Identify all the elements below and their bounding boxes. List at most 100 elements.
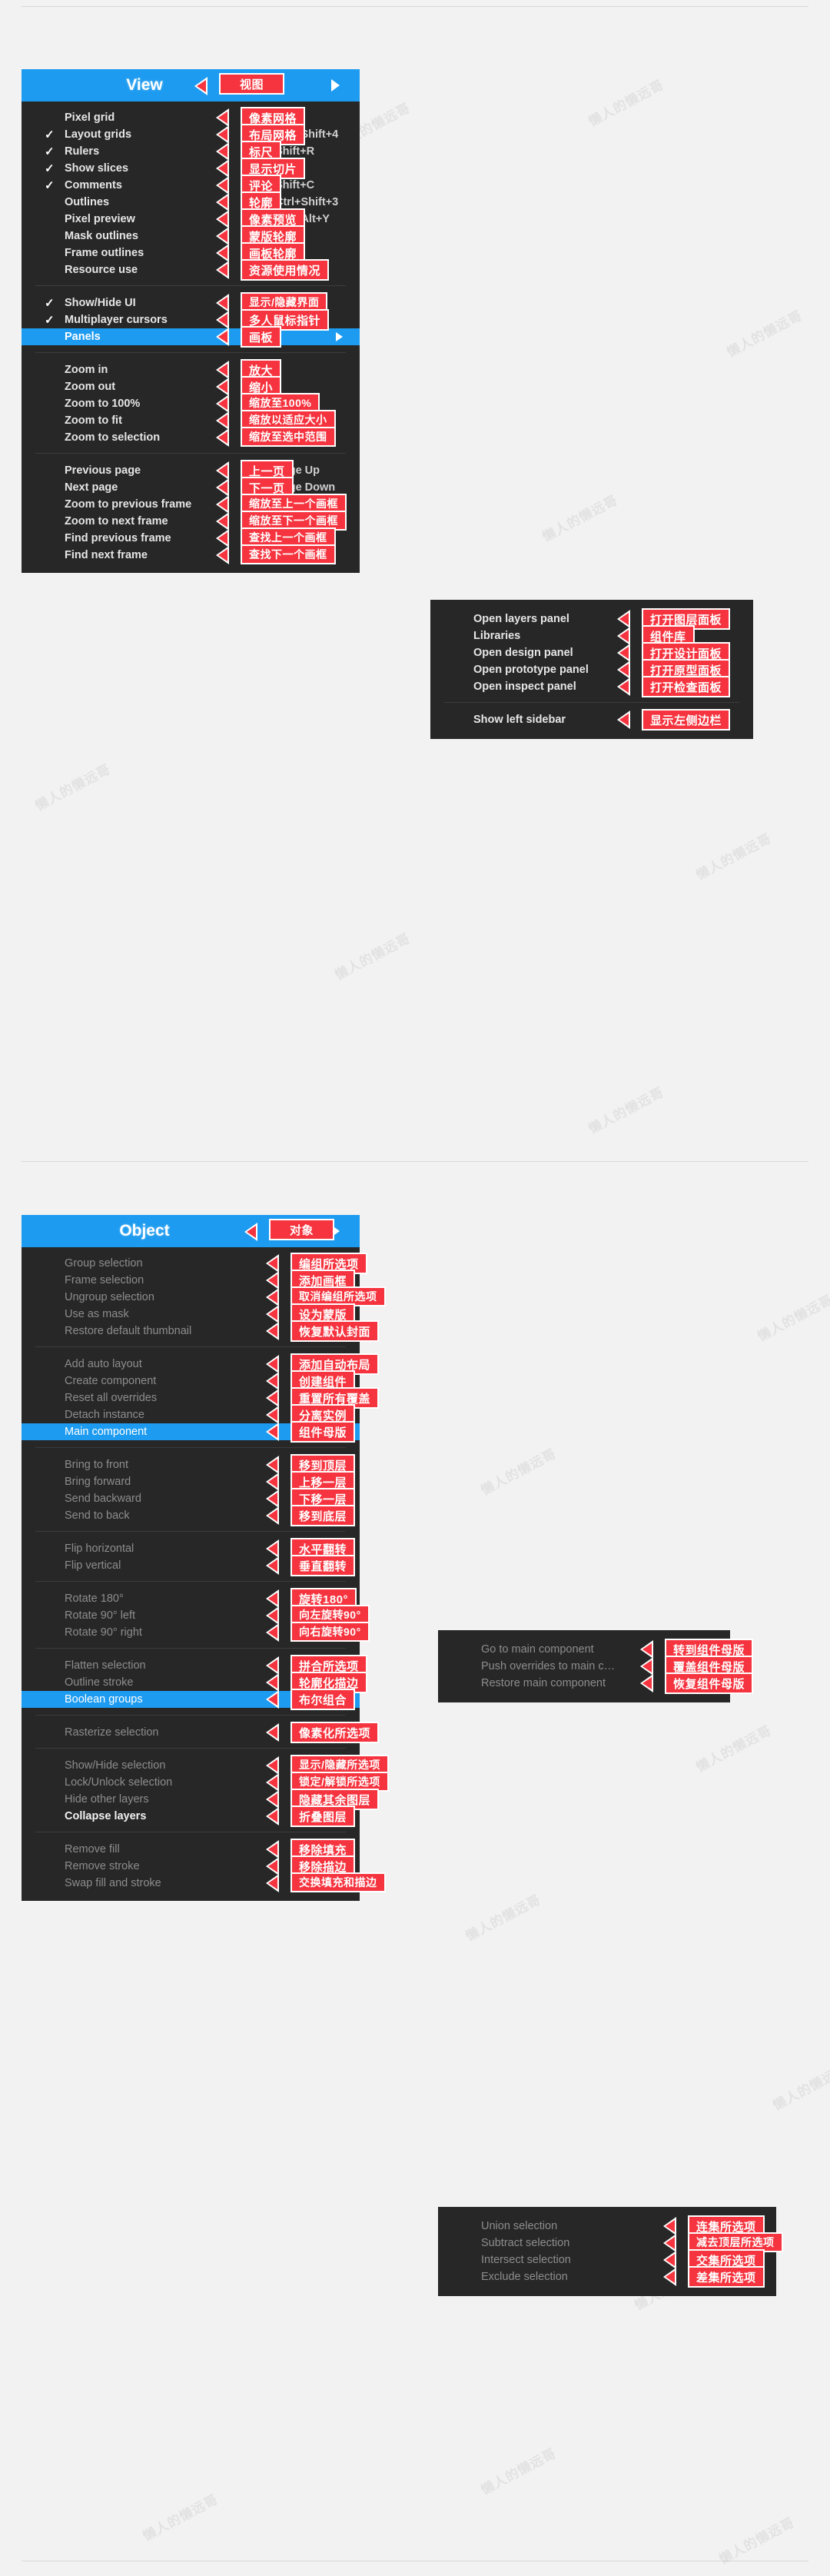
- menu-separator: [35, 1447, 346, 1448]
- pointer-icon: [266, 1623, 279, 1642]
- menu-item-label: Add auto layout: [65, 1358, 142, 1370]
- menu-item-label: Layout grids: [65, 128, 132, 141]
- translation-tag: 布尔组合: [290, 1689, 356, 1710]
- pointer-icon: [216, 261, 229, 279]
- menu-item-label: Remove fill: [65, 1843, 120, 1855]
- menu-item-panels[interactable]: Panels: [22, 328, 360, 345]
- checkmark-icon: ✓: [45, 162, 55, 175]
- pointer-icon: [663, 2268, 676, 2286]
- menu-item-label: Push overrides to main c…: [481, 1660, 616, 1672]
- menu-item-mask-outlines[interactable]: Mask outlines: [22, 228, 360, 245]
- view-menu-titlebar[interactable]: View: [22, 69, 360, 102]
- menu-item-zoom-in[interactable]: Zoom in+: [22, 361, 360, 378]
- menu-item-pixel-preview[interactable]: Pixel previewCtrl+Alt+Y: [22, 211, 360, 228]
- menu-item-label: Comments: [65, 179, 122, 191]
- pointer-icon: [266, 1656, 279, 1675]
- menu-item-label: Pixel preview: [65, 213, 135, 225]
- pointer-icon: [617, 644, 630, 662]
- pointer-icon: [266, 1790, 279, 1809]
- menu-item-label: Hide other layers: [65, 1793, 149, 1806]
- watermark: 懒人的懒远哥: [32, 761, 114, 814]
- pointer-icon: [266, 1389, 279, 1407]
- menu-item-label: Multiplayer cursors: [65, 314, 168, 326]
- pointer-icon: [266, 1606, 279, 1625]
- menu-item-previous-page[interactable]: Previous page Page Up: [22, 462, 360, 479]
- menu-item-label: Rasterize selection: [65, 1726, 159, 1739]
- translation-tag: 组件母版: [290, 1421, 356, 1443]
- menu-item-label: Collapse layers: [65, 1810, 147, 1822]
- menu-item-label: Rotate 90° right: [65, 1626, 142, 1639]
- translation-tag: 对象: [269, 1219, 334, 1240]
- menu-item-label: Swap fill and stroke: [65, 1877, 161, 1889]
- pointer-icon: [266, 1506, 279, 1525]
- menu-item-label: Find next frame: [65, 549, 148, 561]
- menu-item-show-slices[interactable]: ✓ Show slices: [22, 160, 360, 177]
- menu-separator: [35, 1581, 346, 1582]
- menu-separator: [444, 702, 739, 703]
- pointer-icon: [266, 1254, 279, 1273]
- pointer-icon: [266, 1807, 279, 1825]
- watermark: 懒人的懒远哥: [478, 1446, 559, 1499]
- watermark: 懒人的懒远哥: [478, 2445, 559, 2498]
- translation-tag: 交换填充和描边: [290, 1872, 386, 1892]
- pointer-icon: [266, 1690, 279, 1709]
- pointer-icon: [216, 244, 229, 262]
- checkmark-icon: ✓: [45, 145, 55, 158]
- menu-item-label: Libraries: [473, 630, 521, 642]
- menu-item-label: Rotate 90° left: [65, 1609, 136, 1622]
- menu-item-label: Exclude selection: [481, 2271, 568, 2283]
- menu-item-label: Open layers panel: [473, 613, 569, 625]
- pointer-icon: [663, 2217, 676, 2235]
- menu-item-pixel-grid[interactable]: Pixel gridCtrl+': [22, 109, 360, 126]
- watermark: 懒人的懒远哥: [755, 1292, 830, 1345]
- pointer-icon: [216, 193, 229, 211]
- menu-separator: [35, 1531, 346, 1532]
- menu-item-label: Send backward: [65, 1493, 141, 1505]
- pointer-icon: [617, 677, 630, 696]
- pointer-icon: [617, 711, 630, 729]
- menu-item-label: Show/Hide UI: [65, 297, 136, 309]
- menu-separator: [35, 1748, 346, 1749]
- menu-item-label: Outlines: [65, 196, 110, 208]
- section-divider: [22, 1161, 808, 1162]
- pointer-icon: [266, 1556, 279, 1575]
- menu-item-shortcut: Ctrl+Shift+3: [275, 196, 339, 208]
- pointer-icon: [663, 2234, 676, 2252]
- pointer-icon: [266, 1423, 279, 1441]
- pointer-icon: [266, 1406, 279, 1424]
- menu-separator: [35, 1346, 346, 1347]
- menu-item-label: Resource use: [65, 264, 138, 276]
- menu-item-label: Subtract selection: [481, 2237, 570, 2249]
- translation-tag: 视图: [219, 73, 284, 95]
- menu-item-label: Bring forward: [65, 1476, 131, 1488]
- menu-item-label: Boolean groups: [65, 1693, 143, 1706]
- menu-item-outlines[interactable]: Outlines Ctrl+Shift+3: [22, 194, 360, 211]
- translation-tag: 显示左侧边栏: [642, 709, 731, 731]
- pointer-icon: [266, 1539, 279, 1558]
- chevron-right-icon: [336, 332, 343, 341]
- pointer-icon: [266, 1840, 279, 1859]
- pointer-icon: [216, 529, 229, 547]
- pointer-icon: [216, 311, 229, 329]
- menu-item-label: Lock/Unlock selection: [65, 1776, 173, 1789]
- menu-item-label: Use as mask: [65, 1308, 129, 1320]
- menu-item-label: Group selection: [65, 1257, 143, 1270]
- menu-item-comments[interactable]: ✓ Comments Shift+C: [22, 177, 360, 194]
- checkmark-icon: ✓: [45, 179, 55, 192]
- translation-tag: 打开检查面板: [642, 676, 731, 697]
- menu-item-label: Frame outlines: [65, 247, 144, 259]
- pointer-icon: [266, 1773, 279, 1792]
- pointer-icon: [266, 1489, 279, 1508]
- watermark: 懒人的懒远哥: [140, 2491, 221, 2544]
- menu-item-label: Zoom out: [65, 381, 116, 393]
- pointer-icon: [266, 1456, 279, 1474]
- menu-item-layout-grids[interactable]: ✓ Layout grids Ctrl+Shift+4: [22, 126, 360, 143]
- pointer-icon: [216, 512, 229, 531]
- pointer-icon: [216, 546, 229, 564]
- menu-item-rulers[interactable]: ✓ Rulers Shift+R: [22, 143, 360, 160]
- pointer-icon: [216, 394, 229, 413]
- watermark: 懒人的懒远哥: [332, 930, 413, 983]
- menu-item-label: Pixel grid: [65, 111, 115, 124]
- translation-tag: 向右旋转90°: [290, 1622, 370, 1642]
- pointer-icon: [216, 159, 229, 178]
